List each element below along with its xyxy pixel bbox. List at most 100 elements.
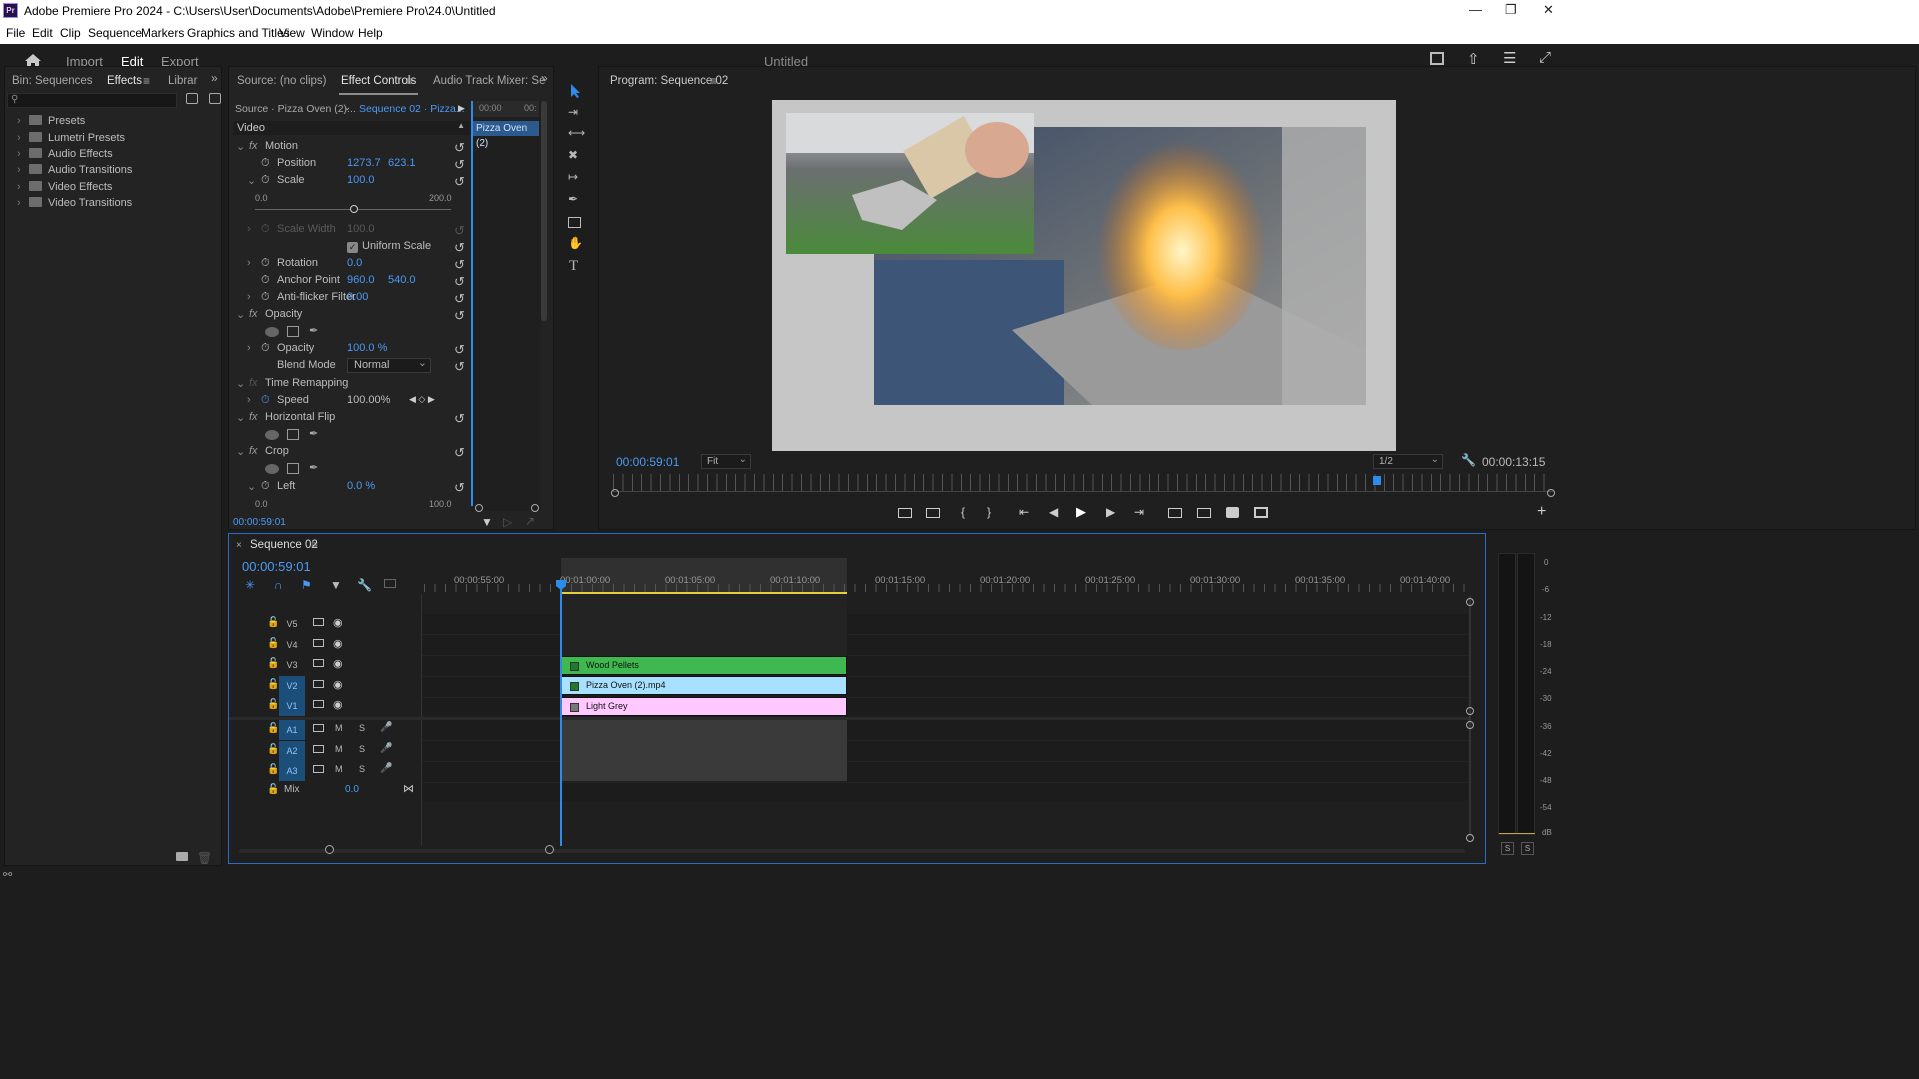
selection-tool-icon[interactable] xyxy=(569,83,583,99)
tab-source[interactable]: Source: (no clips) xyxy=(237,75,326,87)
chevron-right-icon[interactable]: › xyxy=(247,257,251,269)
add-marker-icon[interactable]: ▼ xyxy=(330,578,342,592)
program-timecode[interactable]: 00:00:59:01 xyxy=(616,455,679,469)
eye-icon[interactable]: ◉ xyxy=(333,637,343,650)
lock-icon[interactable]: 🔓 xyxy=(267,723,279,734)
horizontal-flip-row[interactable]: ⌄ fx Horizontal Flip ↺ xyxy=(229,411,509,428)
vertical-scrollbar[interactable] xyxy=(1469,596,1471,836)
program-canvas[interactable] xyxy=(772,100,1396,451)
step-back-icon[interactable]: ◀ xyxy=(1049,505,1058,519)
mute-button[interactable]: M xyxy=(335,723,343,733)
razor-tool-icon[interactable]: ✖ xyxy=(568,148,578,162)
chevron-right-icon[interactable]: › xyxy=(247,291,251,303)
eye-icon[interactable]: ◉ xyxy=(333,657,343,670)
rectangle-mask-icon[interactable] xyxy=(287,429,299,440)
chevron-down-icon[interactable]: ⌄ xyxy=(247,174,256,187)
sequence-clip-dropdown[interactable]: Sequence 02 · Pizza... xyxy=(359,103,465,115)
track-target-v3[interactable]: V3 xyxy=(279,655,305,675)
lock-icon[interactable]: 🔓 xyxy=(267,699,279,710)
menu-help[interactable]: Help xyxy=(358,26,383,40)
lock-icon[interactable]: 🔓 xyxy=(267,744,279,755)
crop-row[interactable]: ⌄ fx Crop ↺ xyxy=(229,445,509,462)
microphone-icon[interactable]: 🎤 xyxy=(380,743,392,754)
chevron-right-icon[interactable]: › xyxy=(247,394,251,406)
mute-button[interactable]: M xyxy=(335,744,343,754)
eye-icon[interactable]: ◉ xyxy=(333,698,343,711)
sync-lock-icon[interactable] xyxy=(313,680,324,688)
accelerated-effects-icon[interactable] xyxy=(186,93,198,104)
lock-icon[interactable]: 🔓 xyxy=(267,638,279,649)
close-icon[interactable]: ✕ xyxy=(1543,2,1554,18)
menu-graphics[interactable]: Graphics and Titles xyxy=(187,26,290,40)
rectangle-mask-icon[interactable] xyxy=(287,463,299,474)
clip-wood-pellets[interactable]: Wood Pellets xyxy=(561,656,847,675)
opacity-value[interactable]: 100.0 % xyxy=(347,342,387,354)
track-select-icon[interactable]: ⇥ xyxy=(568,105,578,119)
program-time-ruler[interactable] xyxy=(613,474,1553,492)
play-icon[interactable]: ▶ xyxy=(1076,504,1086,520)
scale-value[interactable]: 100.0 xyxy=(347,174,375,186)
stopwatch-icon[interactable]: ⏱ xyxy=(261,274,270,287)
expand-panels-icon[interactable]: » xyxy=(211,71,218,85)
menu-window[interactable]: Window xyxy=(311,26,354,40)
menu-clip[interactable]: Clip xyxy=(60,26,81,40)
wrench-settings-icon[interactable]: 🔧 xyxy=(1461,453,1476,467)
panel-menu-icon[interactable]: ≡ xyxy=(311,538,318,552)
go-to-in-icon[interactable]: ⇤ xyxy=(1019,505,1029,519)
pen-mask-icon[interactable]: ✒ xyxy=(309,324,318,337)
track-target-v5[interactable]: V5 xyxy=(279,614,305,634)
rectangle-mask-icon[interactable] xyxy=(287,326,299,337)
safe-margins-icon[interactable] xyxy=(898,508,912,518)
solo-button[interactable]: S xyxy=(359,744,365,754)
comparison-view-icon[interactable] xyxy=(926,508,940,518)
tab-sequence[interactable]: Sequence 02 xyxy=(250,539,318,551)
uniform-scale-checkbox[interactable]: ✓ xyxy=(347,242,358,253)
captions-icon[interactable] xyxy=(384,579,396,588)
motion-row[interactable]: ⌄ fx Motion ↺ xyxy=(229,140,509,157)
chevron-right-icon[interactable]: › xyxy=(247,342,251,354)
clip-light-grey[interactable]: Light Grey xyxy=(561,697,847,716)
ripple-edit-icon[interactable]: ⟷ xyxy=(568,126,585,140)
sync-lock-icon[interactable] xyxy=(313,639,324,647)
tree-video-effects[interactable]: › Video Effects xyxy=(17,181,112,193)
export-frame-icon[interactable] xyxy=(1226,507,1239,518)
stopwatch-icon[interactable]: ⏱ xyxy=(261,480,270,493)
eye-icon[interactable]: ◉ xyxy=(333,678,343,691)
track-target-v1[interactable]: V1 xyxy=(279,696,305,716)
position-y-value[interactable]: 623.1 xyxy=(388,157,416,169)
add-button-icon[interactable]: + xyxy=(1537,503,1546,521)
speed-value[interactable]: 100.00% xyxy=(347,394,390,406)
fx-icon[interactable]: fx xyxy=(249,445,258,457)
solo-right-button[interactable]: S xyxy=(1521,842,1534,855)
track-target-a2[interactable]: A2 xyxy=(279,741,305,761)
track-target-v4[interactable]: V4 xyxy=(279,635,305,655)
tab-bin-sequences[interactable]: Bin: Sequences xyxy=(12,75,93,87)
keyframe-nav-icon[interactable]: ◀ ◇ ▶ xyxy=(409,394,435,405)
zoom-handle-left[interactable] xyxy=(325,845,334,854)
fx-icon[interactable]: fx xyxy=(249,308,258,320)
play-audio-icon[interactable]: ▷ xyxy=(503,515,512,529)
pen-mask-icon[interactable]: ✒ xyxy=(309,427,318,440)
fx-icon[interactable]: fx xyxy=(249,411,258,423)
panel-menu-icon[interactable]: ≡ xyxy=(710,74,717,88)
slip-tool-icon[interactable]: ↦ xyxy=(568,170,578,184)
timeline-playhead[interactable] xyxy=(560,580,562,846)
quick-export-icon[interactable] xyxy=(1430,52,1444,65)
tree-lumetri-presets[interactable]: › Lumetri Presets xyxy=(17,132,125,144)
effects-search-input[interactable]: ⚲ xyxy=(7,93,177,108)
scroll-up-icon[interactable]: ▲ xyxy=(457,121,465,130)
delete-icon[interactable]: 🗑 xyxy=(197,851,212,865)
ellipse-mask-icon[interactable] xyxy=(265,464,279,474)
mix-toggle-icon[interactable]: ⋈ xyxy=(403,782,414,795)
sync-lock-icon[interactable] xyxy=(313,618,324,626)
snap-icon[interactable]: ∩ xyxy=(274,578,283,592)
background-task-icon[interactable]: ⚯ xyxy=(3,868,12,881)
tree-audio-effects[interactable]: › Audio Effects xyxy=(17,148,113,160)
nest-toggle-icon[interactable]: ✳ xyxy=(245,578,255,592)
rotation-value[interactable]: 0.0 xyxy=(347,257,362,269)
effect-timecode[interactable]: 00:00:59:01 xyxy=(233,517,286,528)
stopwatch-icon[interactable]: ⏱ xyxy=(261,291,270,304)
insert-icon[interactable] xyxy=(1168,508,1182,518)
clip-pizza-oven[interactable]: Pizza Oven (2).mp4 xyxy=(561,676,847,695)
blend-mode-dropdown[interactable]: Normal ⌄ xyxy=(347,357,431,373)
